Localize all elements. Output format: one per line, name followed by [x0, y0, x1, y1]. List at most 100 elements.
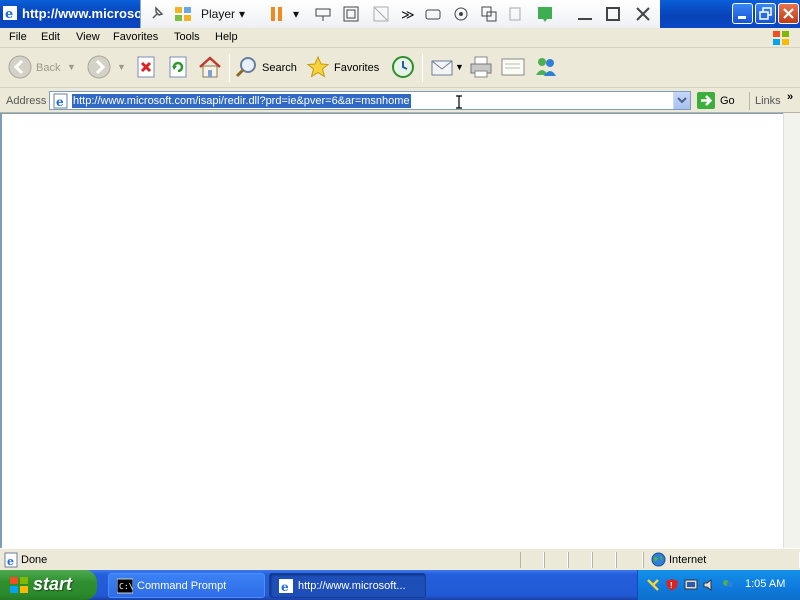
vertical-scrollbar[interactable]	[783, 113, 800, 548]
page-done-icon: e	[4, 552, 18, 568]
menu-view[interactable]: View	[76, 31, 100, 43]
minimize-button[interactable]	[732, 3, 753, 24]
links-label[interactable]: Links	[755, 95, 781, 107]
media-player-logo-icon	[175, 7, 191, 21]
address-input[interactable]: e http://www.microsoft.com/isapi/redir.d…	[49, 91, 691, 110]
search-icon[interactable]	[234, 55, 258, 79]
next-icon[interactable]: ≫	[401, 7, 415, 23]
player-minimize-icon[interactable]	[575, 4, 595, 24]
skin-mode-icon[interactable]	[371, 4, 391, 24]
status-panel	[568, 552, 592, 568]
print-icon[interactable]	[469, 55, 493, 79]
ie-icon: e	[3, 6, 17, 21]
close-icon	[783, 8, 794, 19]
status-panel	[592, 552, 616, 568]
start-button[interactable]: start	[0, 570, 97, 600]
address-dropdown-button[interactable]	[673, 92, 690, 109]
back-label[interactable]: Back	[36, 62, 60, 74]
taskbar-button-label: http://www.microsoft...	[298, 580, 406, 592]
back-icon[interactable]	[8, 55, 32, 79]
status-panel	[544, 552, 568, 568]
page-content[interactable]	[0, 113, 783, 548]
edit-icon[interactable]	[500, 55, 526, 79]
pause-icon[interactable]	[267, 4, 287, 24]
history-icon[interactable]	[391, 55, 415, 79]
standard-toolbar: Back ▼ ▼ Search Favorites ▼	[0, 48, 800, 88]
player-menu-chevron-icon[interactable]: ▾	[239, 7, 245, 21]
volume-icon[interactable]	[451, 4, 471, 24]
copy-icon[interactable]	[479, 4, 499, 24]
taskbar-button-internet-explorer[interactable]: e http://www.microsoft...	[269, 573, 426, 598]
system-tray: ! 1:05 AM	[637, 570, 800, 600]
svg-text:C:\: C:\	[119, 582, 133, 591]
window-title: http://www.microsoft	[22, 6, 140, 21]
console-icon: C:\	[117, 578, 133, 594]
menu-bar: File Edit View Favorites Tools Help	[0, 28, 800, 48]
globe-icon	[651, 552, 666, 567]
status-text: Done	[21, 554, 48, 566]
svg-text:!: !	[670, 581, 673, 590]
notes-icon[interactable]	[535, 4, 555, 24]
favorites-icon[interactable]	[306, 55, 330, 79]
windows-logo-icon	[10, 577, 28, 593]
favorites-label[interactable]: Favorites	[334, 62, 379, 74]
media-player-bar: Player ▾ ▾ ≫	[140, 0, 660, 28]
playlist-icon[interactable]	[313, 4, 333, 24]
menu-tools[interactable]: Tools	[174, 31, 200, 43]
start-label: start	[33, 574, 73, 594]
restore-icon	[759, 7, 772, 20]
ie-icon: e	[279, 579, 293, 594]
taskbar: start C:\ Command Prompt e http://www.mi…	[0, 570, 800, 600]
address-bar: Address e http://www.microsoft.com/isapi…	[0, 88, 800, 113]
forward-icon[interactable]	[87, 55, 111, 79]
svg-text:e: e	[56, 95, 64, 109]
messenger-tray-icon[interactable]	[721, 578, 735, 592]
back-dropdown-chevron-icon[interactable]: ▼	[67, 62, 76, 72]
menu-file[interactable]: File	[9, 31, 27, 43]
chevron-down-icon	[677, 97, 687, 104]
menu-help[interactable]: Help	[215, 31, 238, 43]
refresh-icon[interactable]	[167, 55, 189, 79]
eject-icon[interactable]	[423, 4, 443, 24]
stop-icon[interactable]	[135, 55, 157, 79]
clock[interactable]: 1:05 AM	[745, 578, 785, 590]
forward-dropdown-chevron-icon[interactable]: ▼	[117, 62, 126, 72]
taskbar-button-command-prompt[interactable]: C:\ Command Prompt	[108, 573, 265, 598]
home-icon[interactable]	[197, 55, 223, 79]
security-alert-icon[interactable]: !	[665, 578, 679, 592]
toolbar-separator	[422, 54, 423, 82]
title-bar[interactable]: e http://www.microsoft Player ▾ ▾ ≫	[0, 0, 800, 28]
status-panel	[520, 552, 544, 568]
volume-icon[interactable]	[702, 578, 716, 592]
links-more-chevron-icon[interactable]: »	[787, 91, 793, 103]
player-label[interactable]: Player	[201, 7, 235, 21]
go-button[interactable]: Go	[720, 95, 735, 107]
close-button[interactable]	[778, 3, 799, 24]
svg-text:e: e	[281, 580, 289, 594]
restore-player-icon[interactable]	[505, 4, 525, 24]
fullscreen-icon[interactable]	[341, 4, 361, 24]
address-url[interactable]: http://www.microsoft.com/isapi/redir.dll…	[72, 94, 411, 108]
security-zone-text: Internet	[669, 554, 707, 566]
zone-panel	[643, 552, 800, 568]
player-maximize-icon[interactable]	[603, 4, 623, 24]
monitor-icon[interactable]	[684, 578, 698, 592]
menu-edit[interactable]: Edit	[41, 31, 60, 43]
pin-icon[interactable]	[147, 4, 167, 24]
network-icon[interactable]	[646, 578, 660, 592]
menu-favorites[interactable]: Favorites	[113, 31, 158, 43]
play-options-chevron-icon[interactable]: ▾	[293, 7, 299, 21]
mail-icon[interactable]	[430, 55, 454, 79]
go-arrow-icon[interactable]	[697, 92, 715, 109]
page-icon: e	[53, 93, 68, 109]
player-close-icon[interactable]	[633, 4, 653, 24]
restore-button[interactable]	[755, 3, 776, 24]
status-panel	[616, 552, 643, 568]
mail-dropdown-chevron-icon[interactable]: ▼	[455, 62, 464, 72]
messenger-icon[interactable]	[533, 55, 559, 79]
toolbar-separator	[229, 54, 230, 82]
links-separator	[749, 92, 750, 110]
svg-text:e: e	[7, 555, 14, 568]
search-label[interactable]: Search	[262, 62, 297, 74]
svg-text:e: e	[5, 7, 13, 21]
